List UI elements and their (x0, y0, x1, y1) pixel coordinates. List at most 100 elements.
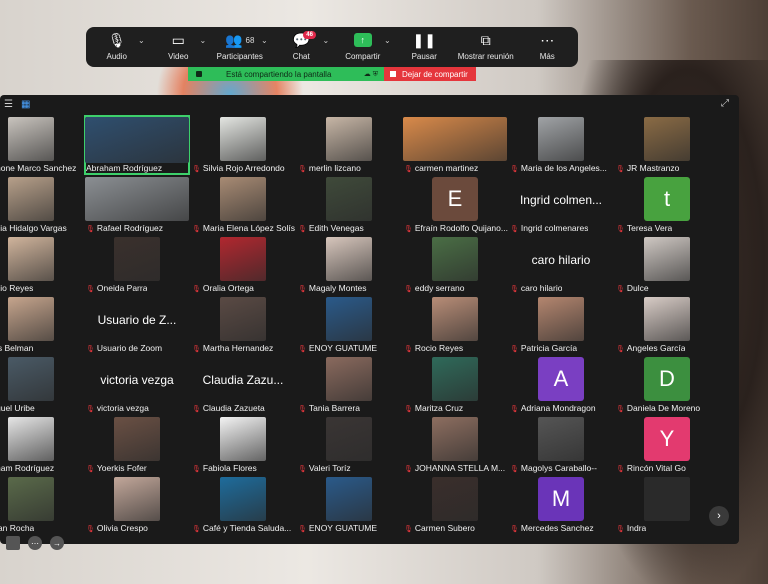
participant-tile[interactable]: 🎙 Maria de los Angeles... (508, 115, 614, 175)
muted-mic-icon: 🎙 (404, 286, 413, 293)
video-label: Video (168, 52, 189, 61)
participant-name-label: 🎙 Maritza Cruz (404, 403, 463, 413)
participants-icon: 👥 68 (225, 31, 255, 48)
grid-view-icon[interactable]: ▦ (21, 99, 30, 110)
participant-tile[interactable]: ian Rocha (0, 475, 84, 535)
sharing-indicator[interactable]: Está compartiendo la pantalla ☁ ⛨ (188, 67, 384, 81)
participant-tile[interactable]: victoria vezga 🎙 victoria vezga (84, 355, 190, 415)
participant-tile[interactable]: 🎙 Maritza Cruz (402, 355, 508, 415)
sharing-status-text: Está compartiendo la pantalla (226, 69, 332, 79)
muted-mic-icon: 🎙 (86, 346, 95, 353)
participant-tile[interactable]: A 🎙 Adriana Mondragon (508, 355, 614, 415)
next-page-button[interactable]: › (709, 506, 729, 526)
audio-button[interactable]: 🎙 Audio ⌄ (87, 30, 147, 62)
participant-video (114, 417, 160, 461)
participant-video (220, 117, 266, 161)
participant-tile[interactable]: Claudia Zazu... 🎙 Claudia Zazueta (190, 355, 296, 415)
mic-icon: 🎙 (107, 31, 126, 48)
participant-name: Magaly Montes (308, 283, 367, 293)
participant-tile[interactable]: Usuario de Z... 🎙 Usuario de Zoom (84, 295, 190, 355)
arrow-right-icon[interactable]: → (50, 536, 64, 550)
participant-tile[interactable]: hone Marco Sanchez (0, 115, 84, 175)
muted-mic-icon: 🎙 (510, 526, 519, 533)
participant-tile[interactable]: 🎙 Valeri Toríz (296, 415, 402, 475)
participant-tile[interactable]: 🎙 Edith Venegas (296, 175, 402, 235)
muted-mic-icon: 🎙 (192, 466, 201, 473)
participant-tile[interactable]: caro hilario 🎙 caro hilario (508, 235, 614, 295)
participant-name: Tania Barrera (308, 403, 360, 413)
participant-name-label: 🎙 eddy serrano (404, 283, 465, 293)
participant-tile[interactable]: 🎙 Magolys Caraballo-- (508, 415, 614, 475)
participant-tile[interactable]: 🎙 JR Mastranzo (614, 115, 720, 175)
participant-tile[interactable]: 🎙 Rocio Reyes (402, 295, 508, 355)
participant-name: Rocio Reyes (414, 343, 464, 353)
participant-tile[interactable]: 🎙 Oralia Ortega (190, 235, 296, 295)
stop-share-button[interactable]: Dejar de compartir (384, 67, 476, 81)
participant-tile[interactable]: 🎙 Patricia García (508, 295, 614, 355)
participant-tile[interactable]: 🎙 Rafael Rodríguez (84, 175, 190, 235)
participant-tile[interactable]: 🎙 eddy serrano (402, 235, 508, 295)
participant-tile[interactable]: 🎙 Silvia Rojo Arredondo (190, 115, 296, 175)
participant-tile[interactable]: Ingrid colmen... 🎙 Ingrid colmenares (508, 175, 614, 235)
participant-tile[interactable]: 🎙 Oneida Parra (84, 235, 190, 295)
participant-tile[interactable]: is Belman (0, 295, 84, 355)
chevron-down-icon[interactable]: ⌄ (261, 36, 268, 45)
more-button[interactable]: ⋯ Más (517, 30, 577, 62)
pause-button[interactable]: ❚❚ Pausar (394, 30, 454, 62)
show-meeting-button[interactable]: ⧉ Mostrar reunión (456, 30, 516, 62)
participant-count: 68 (245, 35, 255, 45)
participant-tile[interactable]: M 🎙 Mercedes Sanchez (508, 475, 614, 535)
participant-tile[interactable]: t 🎙 Teresa Vera (614, 175, 720, 235)
participant-tile[interactable]: 🎙 ENOY GUATUME (296, 295, 402, 355)
participant-name: Magolys Caraballo-- (520, 463, 597, 473)
participant-tile[interactable]: 🎙 Café y Tienda Saluda... (190, 475, 296, 535)
video-button[interactable]: ▭ Video ⌄ (148, 30, 208, 62)
security-shield-icon: ☁ ⛨ (363, 70, 378, 78)
chat-label: Chat (292, 52, 310, 61)
participant-tile[interactable]: 🎙 Maria Elena López Solís (190, 175, 296, 235)
chevron-down-icon[interactable]: ⌄ (384, 36, 391, 45)
participants-button[interactable]: 👥 68 Participantes ⌄ (210, 30, 270, 62)
participant-tile[interactable]: 🎙 Indra (614, 475, 720, 535)
muted-mic-icon: 🎙 (616, 526, 625, 533)
participant-tile[interactable]: 🎙 Carmen Subero (402, 475, 508, 535)
participant-tile[interactable]: 🎙 merlin lizcano (296, 115, 402, 175)
participant-tile[interactable]: 🎙 Olivia Crespo (84, 475, 190, 535)
participant-name: Efraín Rodolfo Quijano... (414, 223, 508, 233)
participant-tile[interactable]: 🎙 carmen martinez (402, 115, 508, 175)
participant-tile[interactable]: ham Rodríguez (0, 415, 84, 475)
expand-icon[interactable]: ⤢ (721, 98, 729, 109)
participant-name: victoria vezga (96, 403, 149, 413)
chevron-down-icon[interactable]: ⌄ (200, 36, 207, 45)
chat-button[interactable]: 💬 46 Chat ⌄ (271, 30, 331, 61)
participant-tile[interactable]: Abraham Rodríguez (84, 115, 190, 175)
participant-tile[interactable]: 🎙 Angeles García (614, 295, 720, 355)
participant-name-label: 🎙 Valeri Toríz (298, 463, 351, 473)
participant-tile[interactable]: cio Reyes (0, 235, 84, 295)
window-icon[interactable] (6, 536, 20, 550)
participant-name: Teresa Vera (626, 223, 673, 233)
participant-tile[interactable]: 🎙 Tania Barrera (296, 355, 402, 415)
chevron-down-icon[interactable]: ⌄ (323, 36, 330, 45)
participant-tile[interactable]: Y 🎙 Rincón Vital Go (614, 415, 720, 475)
participant-tile[interactable]: 🎙 Yoerkis Fofer (84, 415, 190, 475)
participant-tile[interactable]: 🎙 Dulce (614, 235, 720, 295)
muted-mic-icon: 🎙 (192, 286, 201, 293)
muted-mic-icon: 🎙 (298, 526, 307, 533)
list-view-icon[interactable]: ☰ (4, 99, 13, 110)
participant-tile[interactable]: E 🎙 Efraín Rodolfo Quijano... (402, 175, 508, 235)
participant-tile[interactable]: 🎙 Fabiola Flores (190, 415, 296, 475)
participant-tile[interactable]: guel Uribe (0, 355, 84, 415)
participant-tile[interactable]: 🎙 ENOY GUATUME (296, 475, 402, 535)
more-options-icon[interactable]: ⋯ (28, 536, 42, 550)
participant-tile[interactable]: cia Hidalgo Vargas (0, 175, 84, 235)
participant-tile[interactable]: D 🎙 Daniela De Moreno (614, 355, 720, 415)
chevron-down-icon[interactable]: ⌄ (138, 36, 145, 45)
participant-name-label: 🎙 Fabiola Flores (192, 463, 257, 473)
view-switcher[interactable]: ☰ ▦ (4, 99, 30, 110)
participant-tile[interactable]: 🎙 JOHANNA STELLA M... (402, 415, 508, 475)
participant-name-label: hone Marco Sanchez (0, 163, 76, 173)
participant-tile[interactable]: 🎙 Martha Hernandez (190, 295, 296, 355)
participant-tile[interactable]: 🎙 Magaly Montes (296, 235, 402, 295)
share-button[interactable]: ↑ Compartir ⌄ (333, 30, 393, 61)
